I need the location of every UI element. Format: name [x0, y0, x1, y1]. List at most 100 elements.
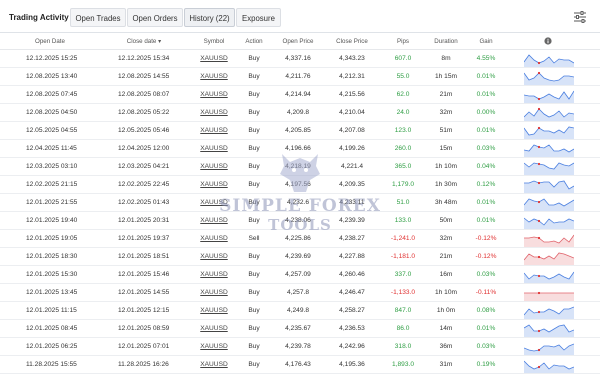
table-row[interactable]: 12.08.2025 13:40 12.08.2025 14:55 XAUUSD Bu…: [0, 68, 600, 86]
cell-action: Buy: [248, 217, 260, 224]
cell-gain: 0.04%: [476, 163, 496, 170]
cell-close-date: 12.04.2025 12:00: [118, 145, 170, 152]
table-row[interactable]: 12.04.2025 11:45 12.04.2025 12:00 XAUUSD Bu…: [0, 140, 600, 158]
cell-gain: 0.01%: [476, 91, 496, 98]
cell-open-price: 4,249.8: [287, 307, 309, 314]
table-row[interactable]: 12.03.2025 03:10 12.03.2025 04:21 XAUUSD Bu…: [0, 158, 600, 176]
cell-pips: 133.0: [394, 217, 412, 224]
cell-open-price: 4,239.69: [285, 253, 311, 260]
table-row[interactable]: 12.01.2025 19:40 12.01.2025 20:31 XAUUSD Bu…: [0, 212, 600, 230]
table-row[interactable]: 12.01.2025 08:45 12.01.2025 08:59 XAUUSD Bu…: [0, 320, 600, 338]
trade-sparkline: [524, 126, 574, 139]
cell-close-price: 4,238.27: [339, 235, 365, 242]
cell-pips: 1,893.0: [392, 361, 414, 368]
cell-symbol[interactable]: XAUUSD: [196, 55, 232, 62]
col-action[interactable]: Action: [238, 38, 270, 45]
cell-close-date: 12.01.2025 19:37: [118, 235, 170, 242]
cell-symbol[interactable]: XAUUSD: [196, 235, 232, 242]
cell-close-date: 12.08.2025 14:55: [118, 73, 170, 80]
cell-duration: 1h 0m: [436, 307, 456, 314]
tab-exposure[interactable]: Exposure: [236, 8, 281, 27]
cell-symbol[interactable]: XAUUSD: [196, 145, 232, 152]
table-header: Open Date Close date ▾ Symbol Action Ope…: [0, 34, 600, 50]
table-row[interactable]: 12.01.2025 21:55 12.02.2025 01:43 XAUUSD Bu…: [0, 194, 600, 212]
cell-symbol[interactable]: XAUUSD: [196, 325, 232, 332]
cell-gain: 0.01%: [476, 199, 496, 206]
col-open-date[interactable]: Open Date: [28, 38, 72, 45]
cell-symbol[interactable]: XAUUSD: [196, 217, 232, 224]
cell-open-date: 12.01.2025 08:45: [26, 325, 78, 332]
col-gain[interactable]: Gain: [472, 38, 500, 45]
table-row[interactable]: 12.12.2025 15:25 12.12.2025 15:34 XAUUSD Bu…: [0, 50, 600, 68]
table-row[interactable]: 12.01.2025 11:15 12.01.2025 12:15 XAUUSD Bu…: [0, 302, 600, 320]
cell-open-price: 4,214.94: [285, 91, 311, 98]
cell-close-price: 4,258.27: [339, 307, 365, 314]
trading-activity-title: Trading Activity: [9, 13, 69, 22]
col-close-date[interactable]: Close date ▾: [120, 38, 168, 45]
cell-open-price: 4,209.8: [287, 109, 309, 116]
cell-pips: 86.0: [396, 325, 410, 332]
cell-close-price: 4,242.96: [339, 343, 365, 350]
cell-open-price: 4,235.67: [285, 325, 311, 332]
cell-pips: 1,179.0: [392, 181, 414, 188]
cell-duration: 32m: [439, 235, 453, 242]
cell-gain: 0.00%: [476, 109, 496, 116]
tab-open-orders[interactable]: Open Orders: [127, 8, 183, 27]
cell-open-date: 12.01.2025 18:30: [26, 253, 78, 260]
cell-symbol[interactable]: XAUUSD: [196, 343, 232, 350]
col-open-price[interactable]: Open Price: [280, 38, 316, 45]
cell-close-price: 4,221.4: [341, 163, 363, 170]
cell-symbol[interactable]: XAUUSD: [196, 91, 232, 98]
table-row[interactable]: 12.08.2025 07:45 12.08.2025 08:07 XAUUSD Bu…: [0, 86, 600, 104]
cell-symbol[interactable]: XAUUSD: [196, 271, 232, 278]
tab-history[interactable]: History (22): [184, 8, 235, 27]
cell-duration: 8m: [441, 55, 451, 62]
table-row[interactable]: 12.02.2025 21:15 12.02.2025 22:45 XAUUSD Bu…: [0, 176, 600, 194]
col-close-price[interactable]: Close Price: [334, 38, 370, 45]
cell-duration: 1h 10m: [435, 163, 457, 170]
cell-symbol[interactable]: XAUUSD: [196, 109, 232, 116]
cell-symbol[interactable]: XAUUSD: [196, 307, 232, 314]
tab-open-trades[interactable]: Open Trades: [70, 8, 126, 27]
cell-open-price: 4,196.66: [285, 145, 311, 152]
cell-open-price: 4,197.56: [285, 181, 311, 188]
cell-action: Sell: [248, 235, 260, 242]
cell-close-date: 12.01.2025 15:46: [118, 271, 170, 278]
cell-open-date: 12.01.2025 06:25: [26, 343, 78, 350]
cell-symbol[interactable]: XAUUSD: [196, 253, 232, 260]
table-row[interactable]: 12.01.2025 18:30 12.01.2025 18:51 XAUUSD Bu…: [0, 248, 600, 266]
trade-sparkline: [524, 107, 574, 121]
trade-sparkline: [524, 162, 574, 175]
trade-sparkline: [524, 306, 574, 319]
table-row[interactable]: 12.01.2025 06:25 12.01.2025 07:01 XAUUSD Bu…: [0, 338, 600, 356]
cell-open-date: 12.05.2025 04:55: [26, 127, 78, 134]
cell-symbol[interactable]: XAUUSD: [196, 73, 232, 80]
cell-symbol[interactable]: XAUUSD: [196, 163, 232, 170]
col-pips[interactable]: Pips: [388, 38, 418, 45]
cell-pips: 318.0: [394, 343, 412, 350]
trade-sparkline: [524, 54, 574, 67]
info-icon[interactable]: [544, 37, 552, 45]
col-duration[interactable]: Duration: [428, 38, 464, 45]
table-row[interactable]: 12.01.2025 19:05 12.01.2025 19:37 XAUUSD Se…: [0, 230, 600, 248]
settings-sliders-icon[interactable]: [573, 10, 587, 24]
cell-symbol[interactable]: XAUUSD: [196, 289, 232, 296]
cell-symbol[interactable]: XAUUSD: [196, 199, 232, 206]
col-symbol[interactable]: Symbol: [196, 38, 232, 45]
table-row[interactable]: 12.01.2025 13:45 12.01.2025 14:55 XAUUSD Bu…: [0, 284, 600, 302]
table-row[interactable]: 11.28.2025 15:55 11.28.2025 16:26 XAUUSD Bu…: [0, 356, 600, 374]
table-row[interactable]: 12.08.2025 04:50 12.08.2025 05:22 XAUUSD Bu…: [0, 104, 600, 122]
cell-pips: 123.0: [394, 127, 412, 134]
cell-open-date: 12.01.2025 11:15: [26, 307, 77, 314]
cell-action: Buy: [248, 127, 260, 134]
table-row[interactable]: 12.05.2025 04:55 12.05.2025 05:46 XAUUSD Bu…: [0, 122, 600, 140]
cell-close-price: 4,210.04: [339, 109, 365, 116]
trade-sparkline: [524, 291, 574, 301]
table-row[interactable]: 12.01.2025 15:30 12.01.2025 15:46 XAUUSD Bu…: [0, 266, 600, 284]
cell-symbol[interactable]: XAUUSD: [196, 361, 232, 368]
cell-gain: -0.11%: [475, 289, 497, 296]
cell-gain: 0.03%: [476, 343, 496, 350]
cell-gain: 0.01%: [476, 217, 496, 224]
cell-symbol[interactable]: XAUUSD: [196, 127, 232, 134]
cell-symbol[interactable]: XAUUSD: [196, 181, 232, 188]
